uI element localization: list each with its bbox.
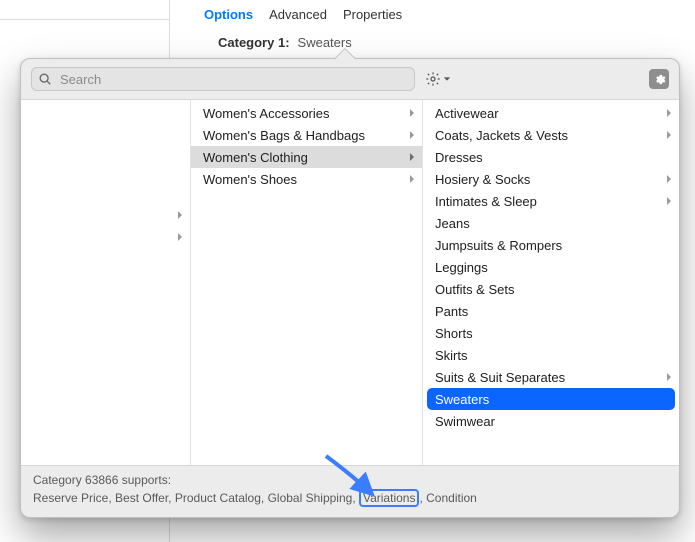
- feature-item: Best Offer: [115, 491, 168, 505]
- list-item[interactable]: Women's Accessories: [191, 102, 422, 124]
- chevron-right-icon: [408, 152, 416, 162]
- list-item[interactable]: Shorts: [423, 322, 679, 344]
- list-item-label: Swimwear: [435, 414, 673, 429]
- tab-properties[interactable]: Properties: [343, 7, 402, 22]
- chevron-right-icon: [408, 130, 416, 140]
- list-item-label: Shorts: [435, 326, 673, 341]
- feature-item: Condition: [426, 491, 477, 505]
- list-item-label: Activewear: [435, 106, 665, 121]
- list-item[interactable]: Outfits & Sets: [423, 278, 679, 300]
- chevron-right-icon: [176, 210, 184, 220]
- footer-heading: Category 63866 supports:: [33, 472, 667, 489]
- list-item[interactable]: Women's Shoes: [191, 168, 422, 190]
- list-item-label: Suits & Suit Separates: [435, 370, 665, 385]
- list-item[interactable]: Hosiery & Socks: [423, 168, 679, 190]
- gear-icon: [425, 71, 441, 87]
- highlighted-feature: Variations: [359, 489, 419, 507]
- list-item[interactable]: Jumpsuits & Rompers: [423, 234, 679, 256]
- list-item[interactable]: x: [21, 160, 190, 182]
- list-item-label: Jumpsuits & Rompers: [435, 238, 673, 253]
- chevron-right-icon: [665, 174, 673, 184]
- chevron-right-icon: [408, 174, 416, 184]
- footer-features: Reserve Price, Best Offer, Product Catal…: [33, 490, 667, 507]
- list-item[interactable]: Swimwear: [423, 410, 679, 432]
- list-item[interactable]: x: [21, 182, 190, 204]
- list-item[interactable]: Skirts: [423, 344, 679, 366]
- list-item[interactable]: Intimates & Sleep: [423, 190, 679, 212]
- chevron-down-icon: [443, 75, 451, 83]
- list-item[interactable]: Pants: [423, 300, 679, 322]
- list-item-label: Jeans: [435, 216, 673, 231]
- feature-item: Global Shipping: [268, 491, 353, 505]
- list-item[interactable]: Sweaters: [427, 388, 675, 410]
- settings-button[interactable]: [649, 69, 669, 89]
- category-column-2[interactable]: Women's Accessories Women's Bags & Handba…: [191, 100, 423, 465]
- list-item[interactable]: Leggings: [423, 256, 679, 278]
- chevron-right-icon: [665, 108, 673, 118]
- list-item[interactable]: Jeans: [423, 212, 679, 234]
- chevron-right-icon: [665, 372, 673, 382]
- list-item-label: Coats, Jackets & Vests: [435, 128, 665, 143]
- list-item-label: Women's Clothing: [203, 150, 408, 165]
- list-item[interactable]: Women's Clothing: [191, 146, 422, 168]
- chevron-right-icon: [665, 130, 673, 140]
- category-label: Category 1:: [218, 35, 290, 50]
- chevron-right-icon: [176, 232, 184, 242]
- list-item-label: Dresses: [435, 150, 673, 165]
- list-item-label: Outfits & Sets: [435, 282, 673, 297]
- category-field-row: Category 1: Sweaters: [190, 28, 695, 56]
- list-item-label: Hosiery & Socks: [435, 172, 665, 187]
- list-item[interactable]: Suits & Suit Separates: [423, 366, 679, 388]
- chevron-right-icon: [408, 108, 416, 118]
- category-columns: xxxx Women's AccessoriesWomen's Bags & H…: [21, 99, 679, 466]
- chevron-right-icon: [665, 196, 673, 206]
- list-item-label: Intimates & Sleep: [435, 194, 665, 209]
- list-item-label: Leggings: [435, 260, 673, 275]
- category-column-1[interactable]: xxxx: [21, 100, 191, 465]
- options-menu-button[interactable]: [423, 69, 453, 89]
- list-item[interactable]: x: [21, 204, 190, 226]
- list-item[interactable]: Women's Bags & Handbags: [191, 124, 422, 146]
- search-input[interactable]: [31, 67, 415, 91]
- background-tab-bar: Options Advanced Properties: [190, 0, 695, 28]
- list-item[interactable]: Dresses: [423, 146, 679, 168]
- list-item[interactable]: Activewear: [423, 102, 679, 124]
- list-item-label: Pants: [435, 304, 673, 319]
- list-item-label: Women's Accessories: [203, 106, 408, 121]
- list-item-label: Sweaters: [435, 392, 669, 407]
- search-icon: [38, 72, 52, 86]
- list-item-label: Women's Bags & Handbags: [203, 128, 408, 143]
- list-item[interactable]: x: [21, 226, 190, 248]
- tab-advanced[interactable]: Advanced: [269, 7, 327, 22]
- list-item[interactable]: Coats, Jackets & Vests: [423, 124, 679, 146]
- gear-icon: [653, 73, 666, 86]
- feature-item: Product Catalog: [175, 491, 261, 505]
- feature-item: Reserve Price: [33, 491, 108, 505]
- list-item-label: Women's Shoes: [203, 172, 408, 187]
- category-support-footer: Category 63866 supports: Reserve Price, …: [21, 466, 679, 517]
- category-column-3[interactable]: Activewear Coats, Jackets & Vests Dresses H…: [423, 100, 679, 465]
- list-item-label: Skirts: [435, 348, 673, 363]
- tab-options[interactable]: Options: [204, 7, 253, 22]
- category-picker-popover: xxxx Women's AccessoriesWomen's Bags & H…: [20, 58, 680, 518]
